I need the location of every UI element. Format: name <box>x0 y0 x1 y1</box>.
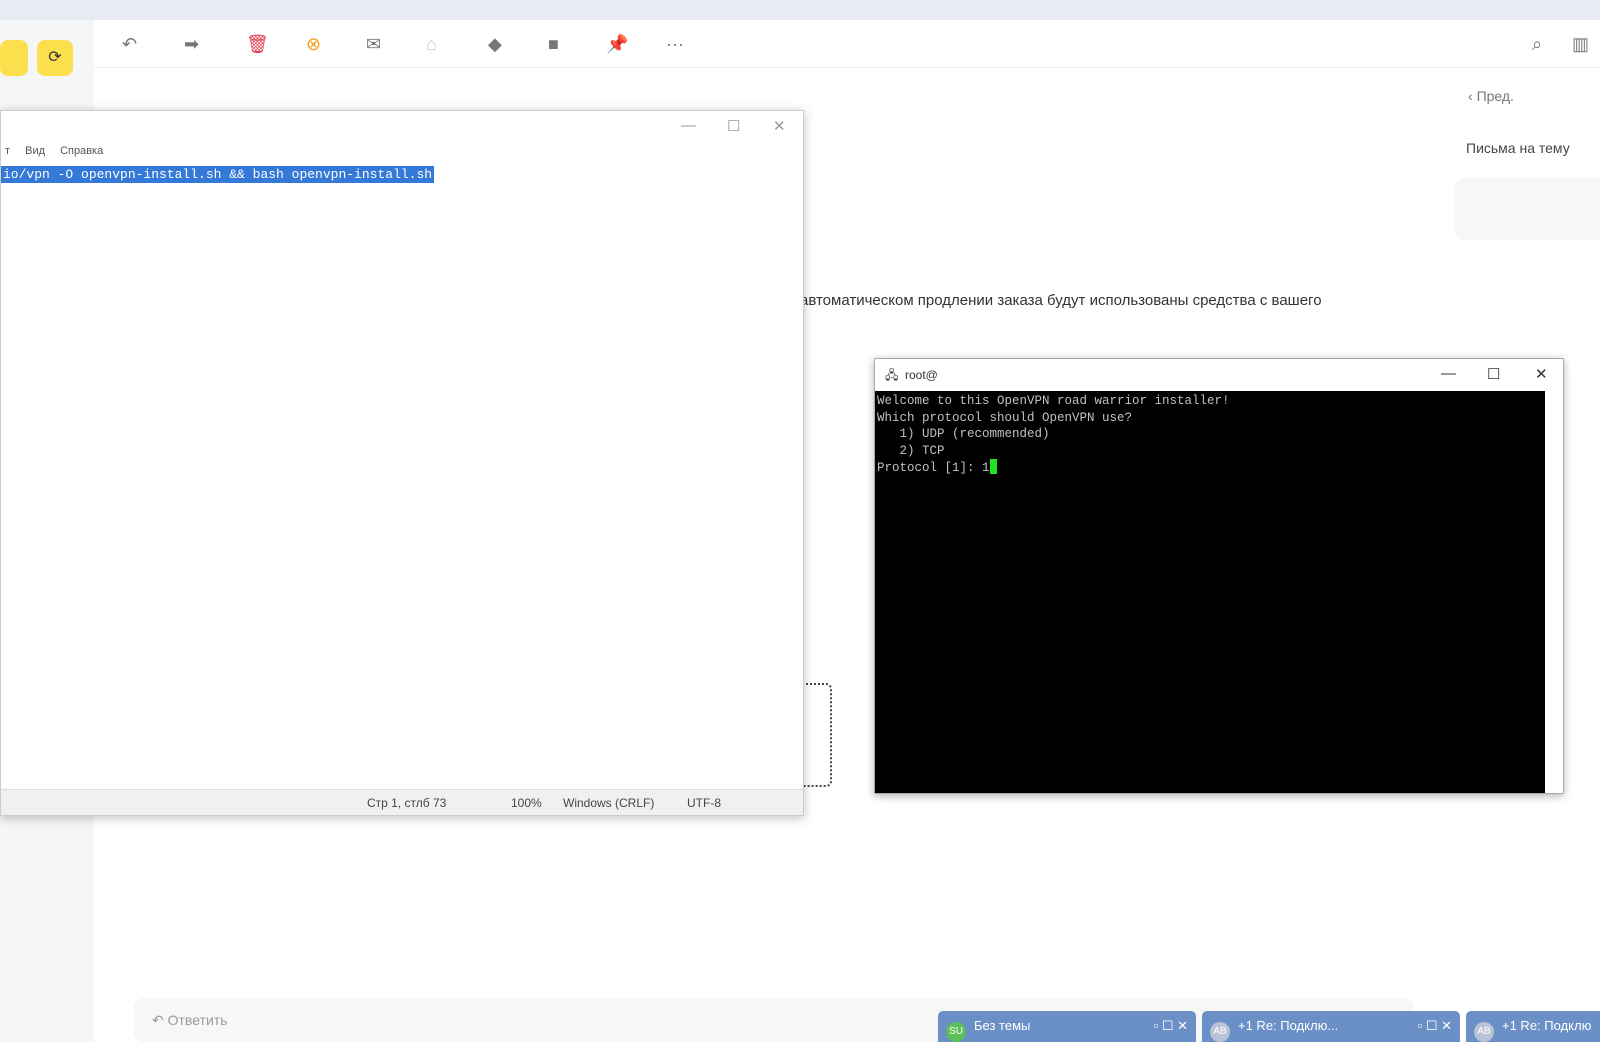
minimize-button[interactable]: — <box>1441 365 1456 382</box>
notepad-titlebar: — ☐ ✕ <box>1 111 803 145</box>
avatar: SU <box>946 1022 966 1042</box>
reply-icon[interactable]: ↶ <box>122 34 137 55</box>
terminal-line: Welcome to this OpenVPN road warrior ins… <box>877 394 1230 408</box>
archive-icon[interactable]: ⌂ <box>426 34 437 55</box>
close-button[interactable]: ✕ <box>773 117 786 135</box>
thread-box <box>1455 178 1600 240</box>
notepad-statusbar: Стр 1, стлб 73 100% Windows (CRLF) UTF-8 <box>1 789 803 815</box>
terminal[interactable]: Welcome to this OpenVPN road warrior ins… <box>875 391 1545 793</box>
notepad-menu: т Вид Справка <box>1 145 803 163</box>
terminal-line: 1) UDP (recommended) <box>877 427 1050 441</box>
window-title: root@ <box>905 368 938 382</box>
reply-icon: ↶ <box>152 1012 168 1028</box>
label-icon[interactable]: ◆ <box>488 34 502 55</box>
terminal-line: Which protocol should OpenVPN use? <box>877 410 1133 425</box>
draft-label: +1 Re: Подклю... <box>1238 1018 1339 1033</box>
cursor-position: Стр 1, стлб 73 <box>367 796 447 810</box>
putty-window: 🖧 root@ — ☐ ✕ Welcome to this OpenVPN ro… <box>874 358 1564 794</box>
prev-label: Пред. <box>1476 88 1514 104</box>
close-button[interactable]: ✕ <box>1535 365 1548 383</box>
selected-text: io/vpn -O openvpn-install.sh && bash ope… <box>1 166 435 183</box>
draft-controls[interactable]: ▫ ☐ ✕ <box>1418 1018 1452 1034</box>
menu-item[interactable]: т <box>5 145 10 157</box>
mail-toolbar: ↶ ➡ 🗑 ⊗ ✉ ⌂ ◆ ■ 📌 ··· ⌕ ▥ <box>94 20 1600 68</box>
maximize-button[interactable]: ☐ <box>727 117 740 135</box>
pin-icon[interactable]: 📌 <box>606 34 628 55</box>
mark-read-icon[interactable]: ✉ <box>366 34 381 55</box>
menu-item-help[interactable]: Справка <box>60 145 103 157</box>
draft-tab[interactable]: SU Без темы ▫ ☐ ✕ <box>938 1011 1196 1042</box>
prev-button[interactable]: ‹ Пред. <box>1468 88 1514 104</box>
encoding: UTF-8 <box>687 796 721 810</box>
line-ending: Windows (CRLF) <box>563 796 655 810</box>
reply-label: Ответить <box>167 1012 228 1028</box>
delete-icon[interactable]: 🗑 <box>246 34 269 55</box>
draft-tab[interactable]: AB +1 Re: Подклю... ▫ ☐ ✕ <box>1202 1011 1460 1042</box>
zoom-level: 100% <box>511 796 542 810</box>
minimize-button[interactable]: — <box>681 117 696 134</box>
refresh-button[interactable]: ⟳ <box>37 40 73 76</box>
layout-icon[interactable]: ▥ <box>1572 34 1589 55</box>
notepad-editor[interactable]: io/vpn -O openvpn-install.sh && bash ope… <box>1 165 789 757</box>
mail-body-text: автоматическом продлении заказа будут ис… <box>800 292 1322 309</box>
avatar: AB <box>1474 1022 1494 1042</box>
terminal-cursor <box>989 459 997 474</box>
terminal-line: 2) TCP <box>877 443 945 458</box>
browser-top-bar <box>0 0 1600 20</box>
folder-icon[interactable]: ■ <box>548 34 559 55</box>
draft-label: +1 Re: Подклю <box>1502 1018 1592 1033</box>
putty-icon: 🖧 <box>885 368 899 382</box>
terminal-prompt: Protocol [1]: 1 <box>877 461 990 475</box>
avatar: AB <box>1210 1022 1230 1042</box>
search-icon[interactable]: ⌕ <box>1532 34 1542 55</box>
thread-heading: Письма на тему <box>1466 140 1570 156</box>
maximize-button[interactable]: ☐ <box>1487 365 1500 383</box>
spam-icon[interactable]: ⊗ <box>306 34 321 55</box>
notepad-window: — ☐ ✕ т Вид Справка io/vpn -O openvpn-in… <box>0 110 804 816</box>
forward-icon[interactable]: ➡ <box>184 34 199 55</box>
putty-titlebar: 🖧 root@ — ☐ ✕ <box>875 359 1563 391</box>
more-icon[interactable]: ··· <box>666 34 684 55</box>
draft-label: Без темы <box>974 1018 1031 1033</box>
draft-tab[interactable]: AB +1 Re: Подклю <box>1466 1011 1600 1042</box>
menu-item-view[interactable]: Вид <box>25 145 45 157</box>
draft-controls[interactable]: ▫ ☐ ✕ <box>1154 1018 1188 1034</box>
compose-button[interactable] <box>0 40 28 76</box>
refresh-icon: ⟳ <box>48 49 62 66</box>
chevron-left-icon: ‹ <box>1468 88 1477 104</box>
